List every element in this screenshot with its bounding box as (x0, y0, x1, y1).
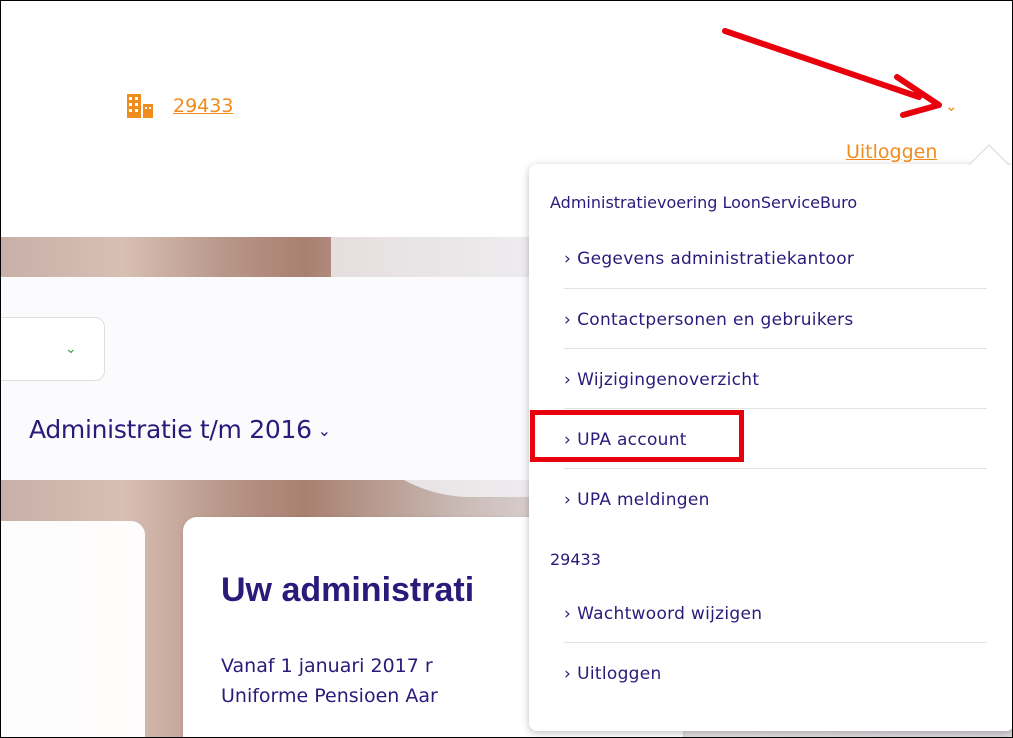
divider (564, 288, 987, 289)
divider (564, 642, 987, 643)
chevron-right-icon: › (564, 310, 572, 330)
side-card (1, 521, 145, 737)
chevron-down-icon: ⌄ (317, 421, 331, 440)
menu-item-wijzigingen[interactable]: › Wijzigingenoverzicht (564, 370, 759, 390)
menu-item-contactpersonen[interactable]: › Contactpersonen en gebruikers (564, 310, 854, 330)
account-menu-chevron-icon[interactable]: ⌄ (945, 97, 958, 115)
dropdown-section-title: Administratievoering LoonServiceBuro (550, 193, 858, 212)
administration-select[interactable]: Administratie t/m 2016 ⌄ (29, 415, 331, 444)
logout-link[interactable]: Uitloggen (846, 141, 937, 163)
card-text-line: Uniforme Pensioen Aar (221, 685, 438, 707)
chevron-right-icon: › (564, 664, 572, 684)
chevron-right-icon: › (564, 490, 572, 510)
card-text-line: Vanaf 1 januari 2017 r (221, 655, 433, 677)
chevron-right-icon: › (564, 370, 572, 390)
annotation-highlight-box (530, 410, 744, 462)
dropdown-section-title: 29433 (550, 550, 601, 569)
dropdown-caret (968, 144, 1010, 166)
menu-item-wachtwoord[interactable]: › Wachtwoord wijzigen (564, 604, 762, 624)
menu-item-gegevens[interactable]: › Gegevens administratiekantoor (564, 249, 854, 269)
menu-item-upa-meldingen[interactable]: › UPA meldingen (564, 490, 710, 510)
chevron-down-icon: ⌄ (65, 341, 77, 357)
administration-select-label: Administratie t/m 2016 (29, 415, 312, 444)
divider (564, 348, 987, 349)
divider (564, 468, 987, 469)
company-number-link[interactable]: 29433 (173, 95, 233, 117)
chevron-right-icon: › (564, 249, 572, 269)
year-select[interactable] (1, 317, 105, 381)
card-text: Vanaf 1 januari 2017 r Uniforme Pensioen… (221, 651, 438, 711)
chevron-right-icon: › (564, 604, 572, 624)
card-title: Uw administrati (221, 571, 475, 609)
divider (564, 408, 987, 409)
menu-item-uitloggen[interactable]: › Uitloggen (564, 664, 662, 684)
building-icon (127, 94, 153, 118)
company-link-area[interactable]: 29433 (127, 94, 233, 118)
app-window: 29433 ⌄ Uitloggen ⌄ Administratie t/m 20… (0, 0, 1013, 738)
